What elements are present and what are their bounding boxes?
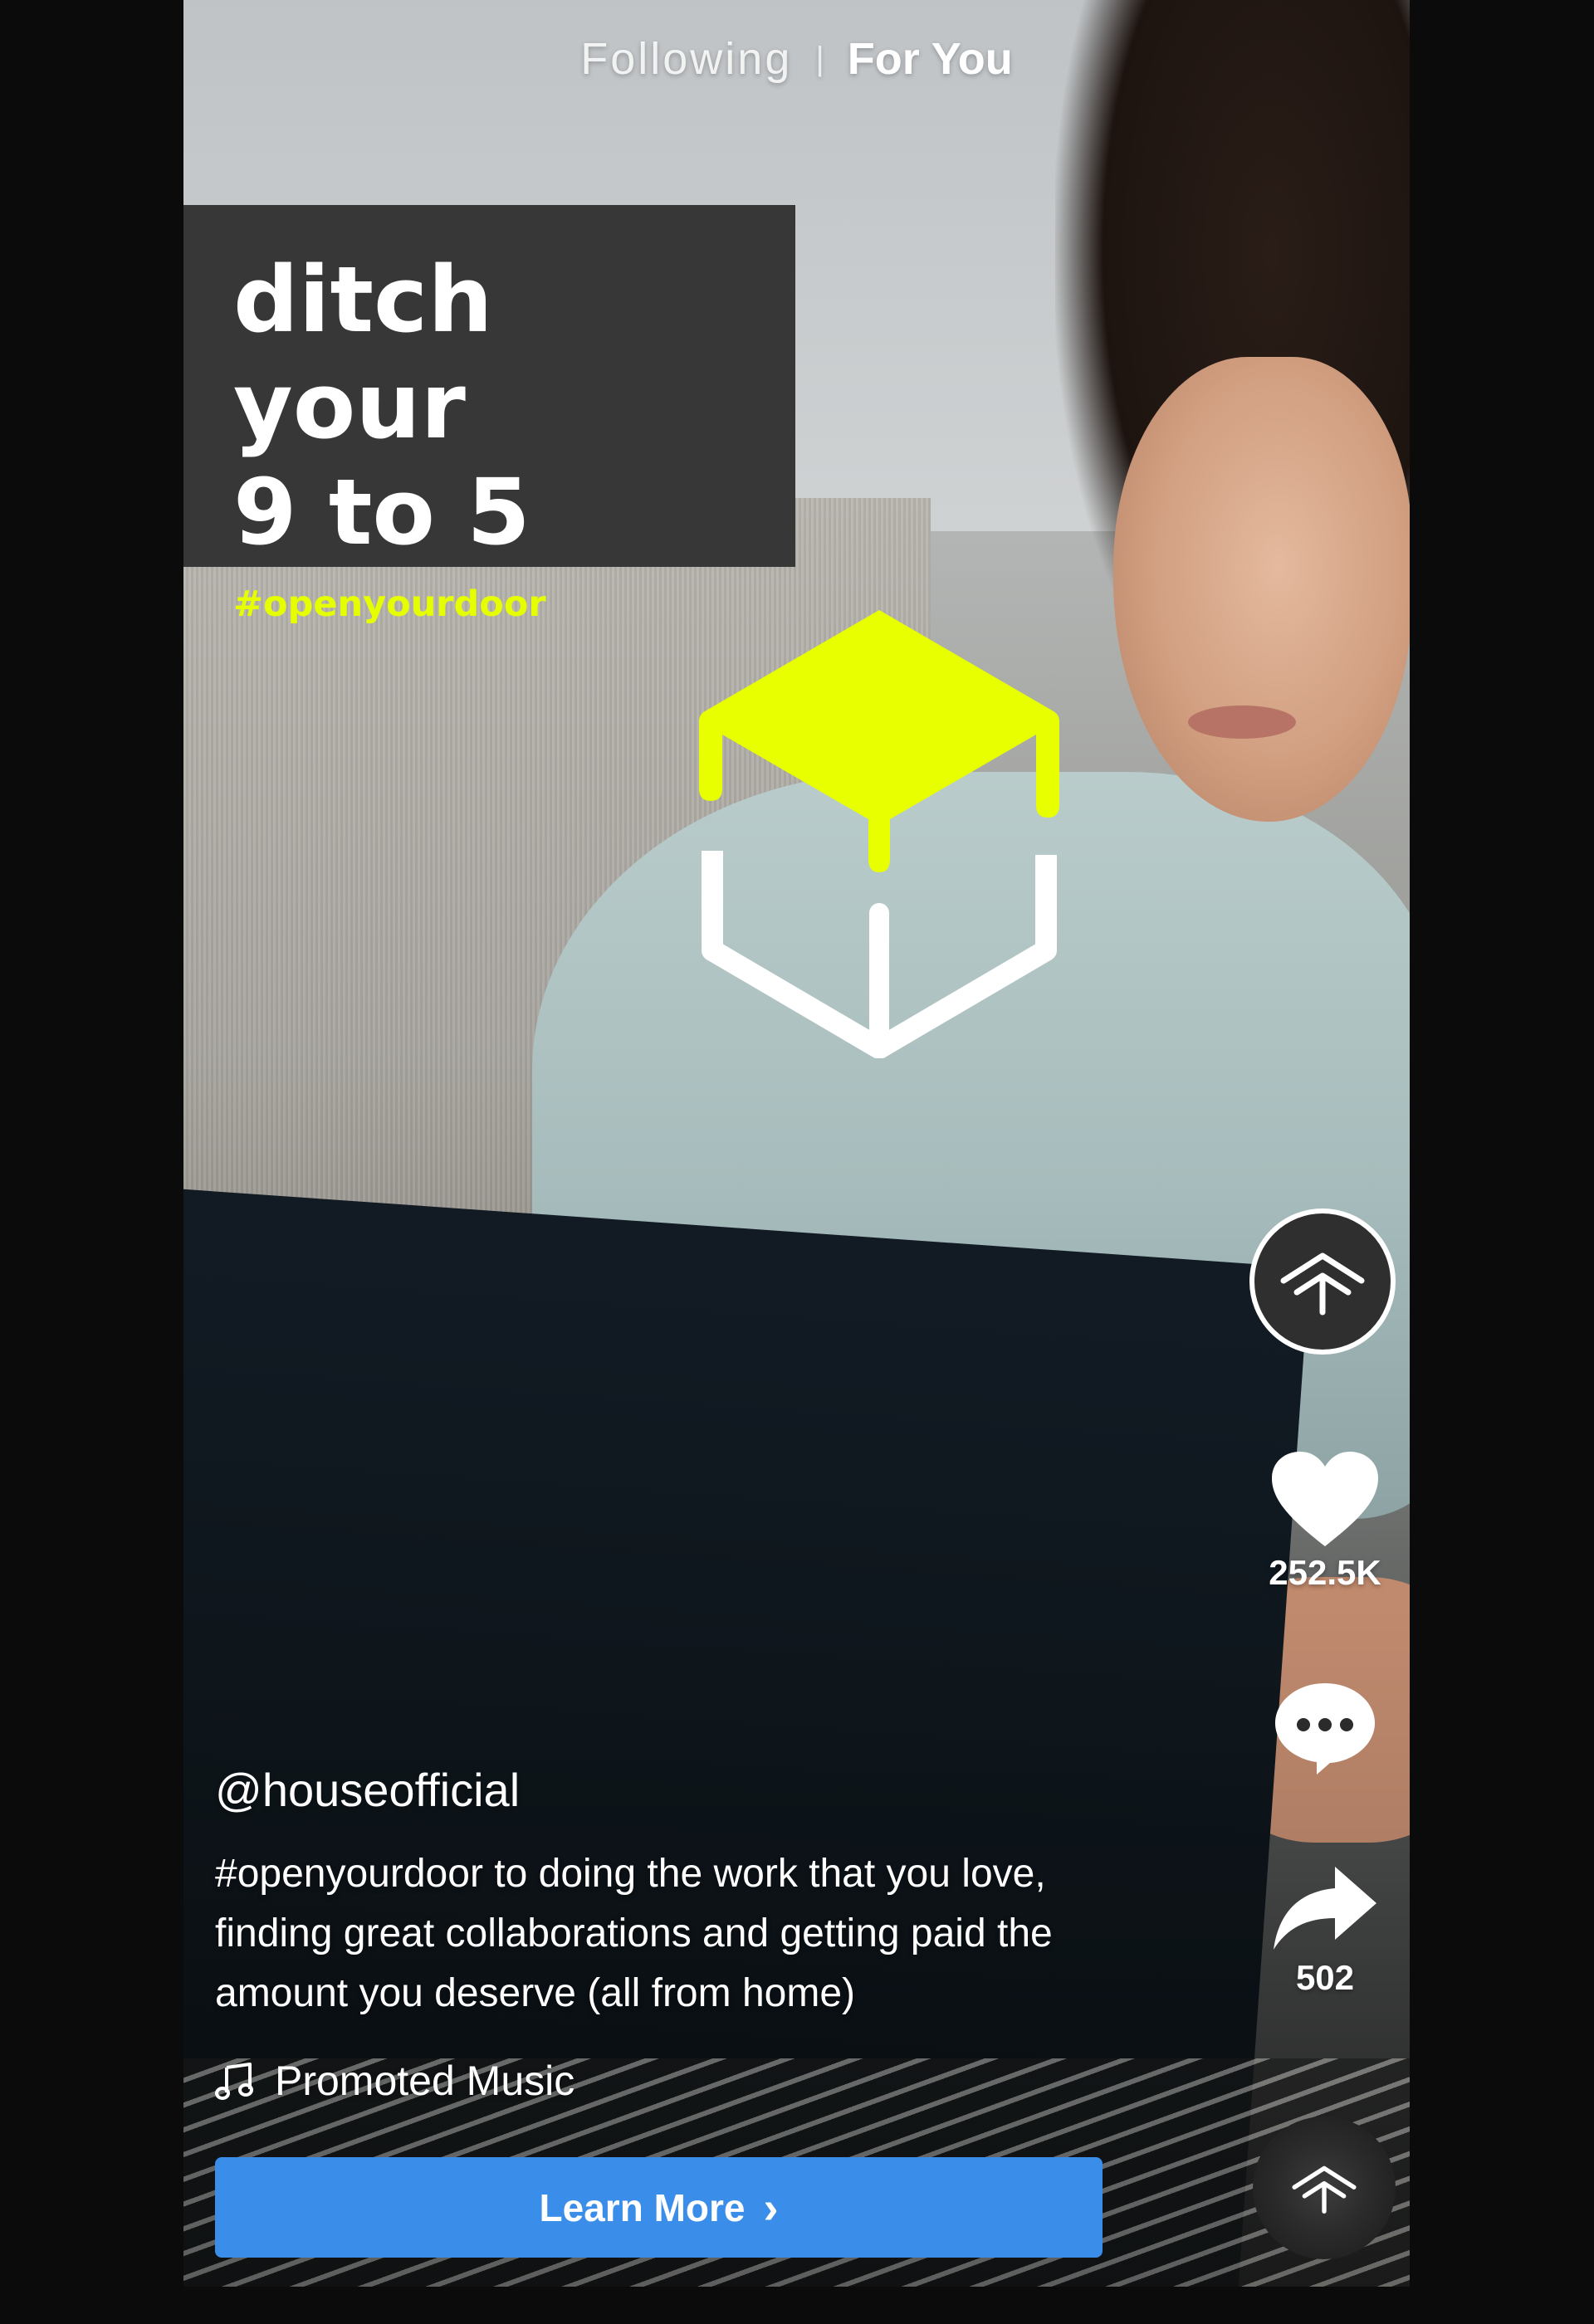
share-arrow-icon	[1274, 1867, 1376, 1950]
house-cube-logo-icon	[699, 610, 1059, 1058]
caption-text: #openyourdoor to doing the work that you…	[215, 1852, 1053, 2015]
feed-tabs: Following | For You	[183, 33, 1410, 85]
heart-icon	[1272, 1452, 1378, 1546]
like-count: 252.5K	[1269, 1553, 1381, 1592]
username[interactable]: @houseofficial	[215, 1761, 1178, 1819]
comment-icon	[1275, 1683, 1375, 1775]
headline-hashtag: #openyourdoor	[233, 583, 546, 625]
house-logo-avatar-icon	[1280, 1252, 1365, 1316]
post-caption: @houseofficial #openyourdoor to doing th…	[215, 1761, 1178, 2024]
tab-separator: |	[815, 40, 824, 77]
share-count: 502	[1295, 1958, 1355, 1997]
headline-line-2: 9 to 5	[233, 459, 531, 565]
video-feed-frame: Following | For You ditch your 9 to 5 #o…	[183, 0, 1410, 2287]
like-button[interactable]: 252.5K	[1246, 1448, 1404, 1593]
house-logo-disc-icon	[1292, 2165, 1357, 2214]
learn-more-button[interactable]: Learn More ›	[215, 2157, 1103, 2258]
profile-avatar[interactable]	[1249, 1208, 1396, 1355]
music-label: Promoted Music	[275, 2058, 575, 2104]
comment-button[interactable]	[1246, 1678, 1404, 1778]
headline-card: ditch your 9 to 5 #openyourdoor	[183, 205, 795, 625]
learn-more-label: Learn More	[539, 2185, 746, 2229]
headline-line-1: ditch your	[233, 247, 493, 459]
music-disc[interactable]	[1253, 2116, 1396, 2259]
share-button[interactable]: 502	[1246, 1863, 1404, 1998]
music-note-icon	[215, 2063, 253, 2100]
tab-following[interactable]: Following	[580, 33, 792, 85]
music-row[interactable]: Promoted Music	[215, 2057, 575, 2105]
tab-for-you[interactable]: For You	[848, 33, 1013, 85]
chevron-right-icon: ›	[763, 2182, 779, 2233]
